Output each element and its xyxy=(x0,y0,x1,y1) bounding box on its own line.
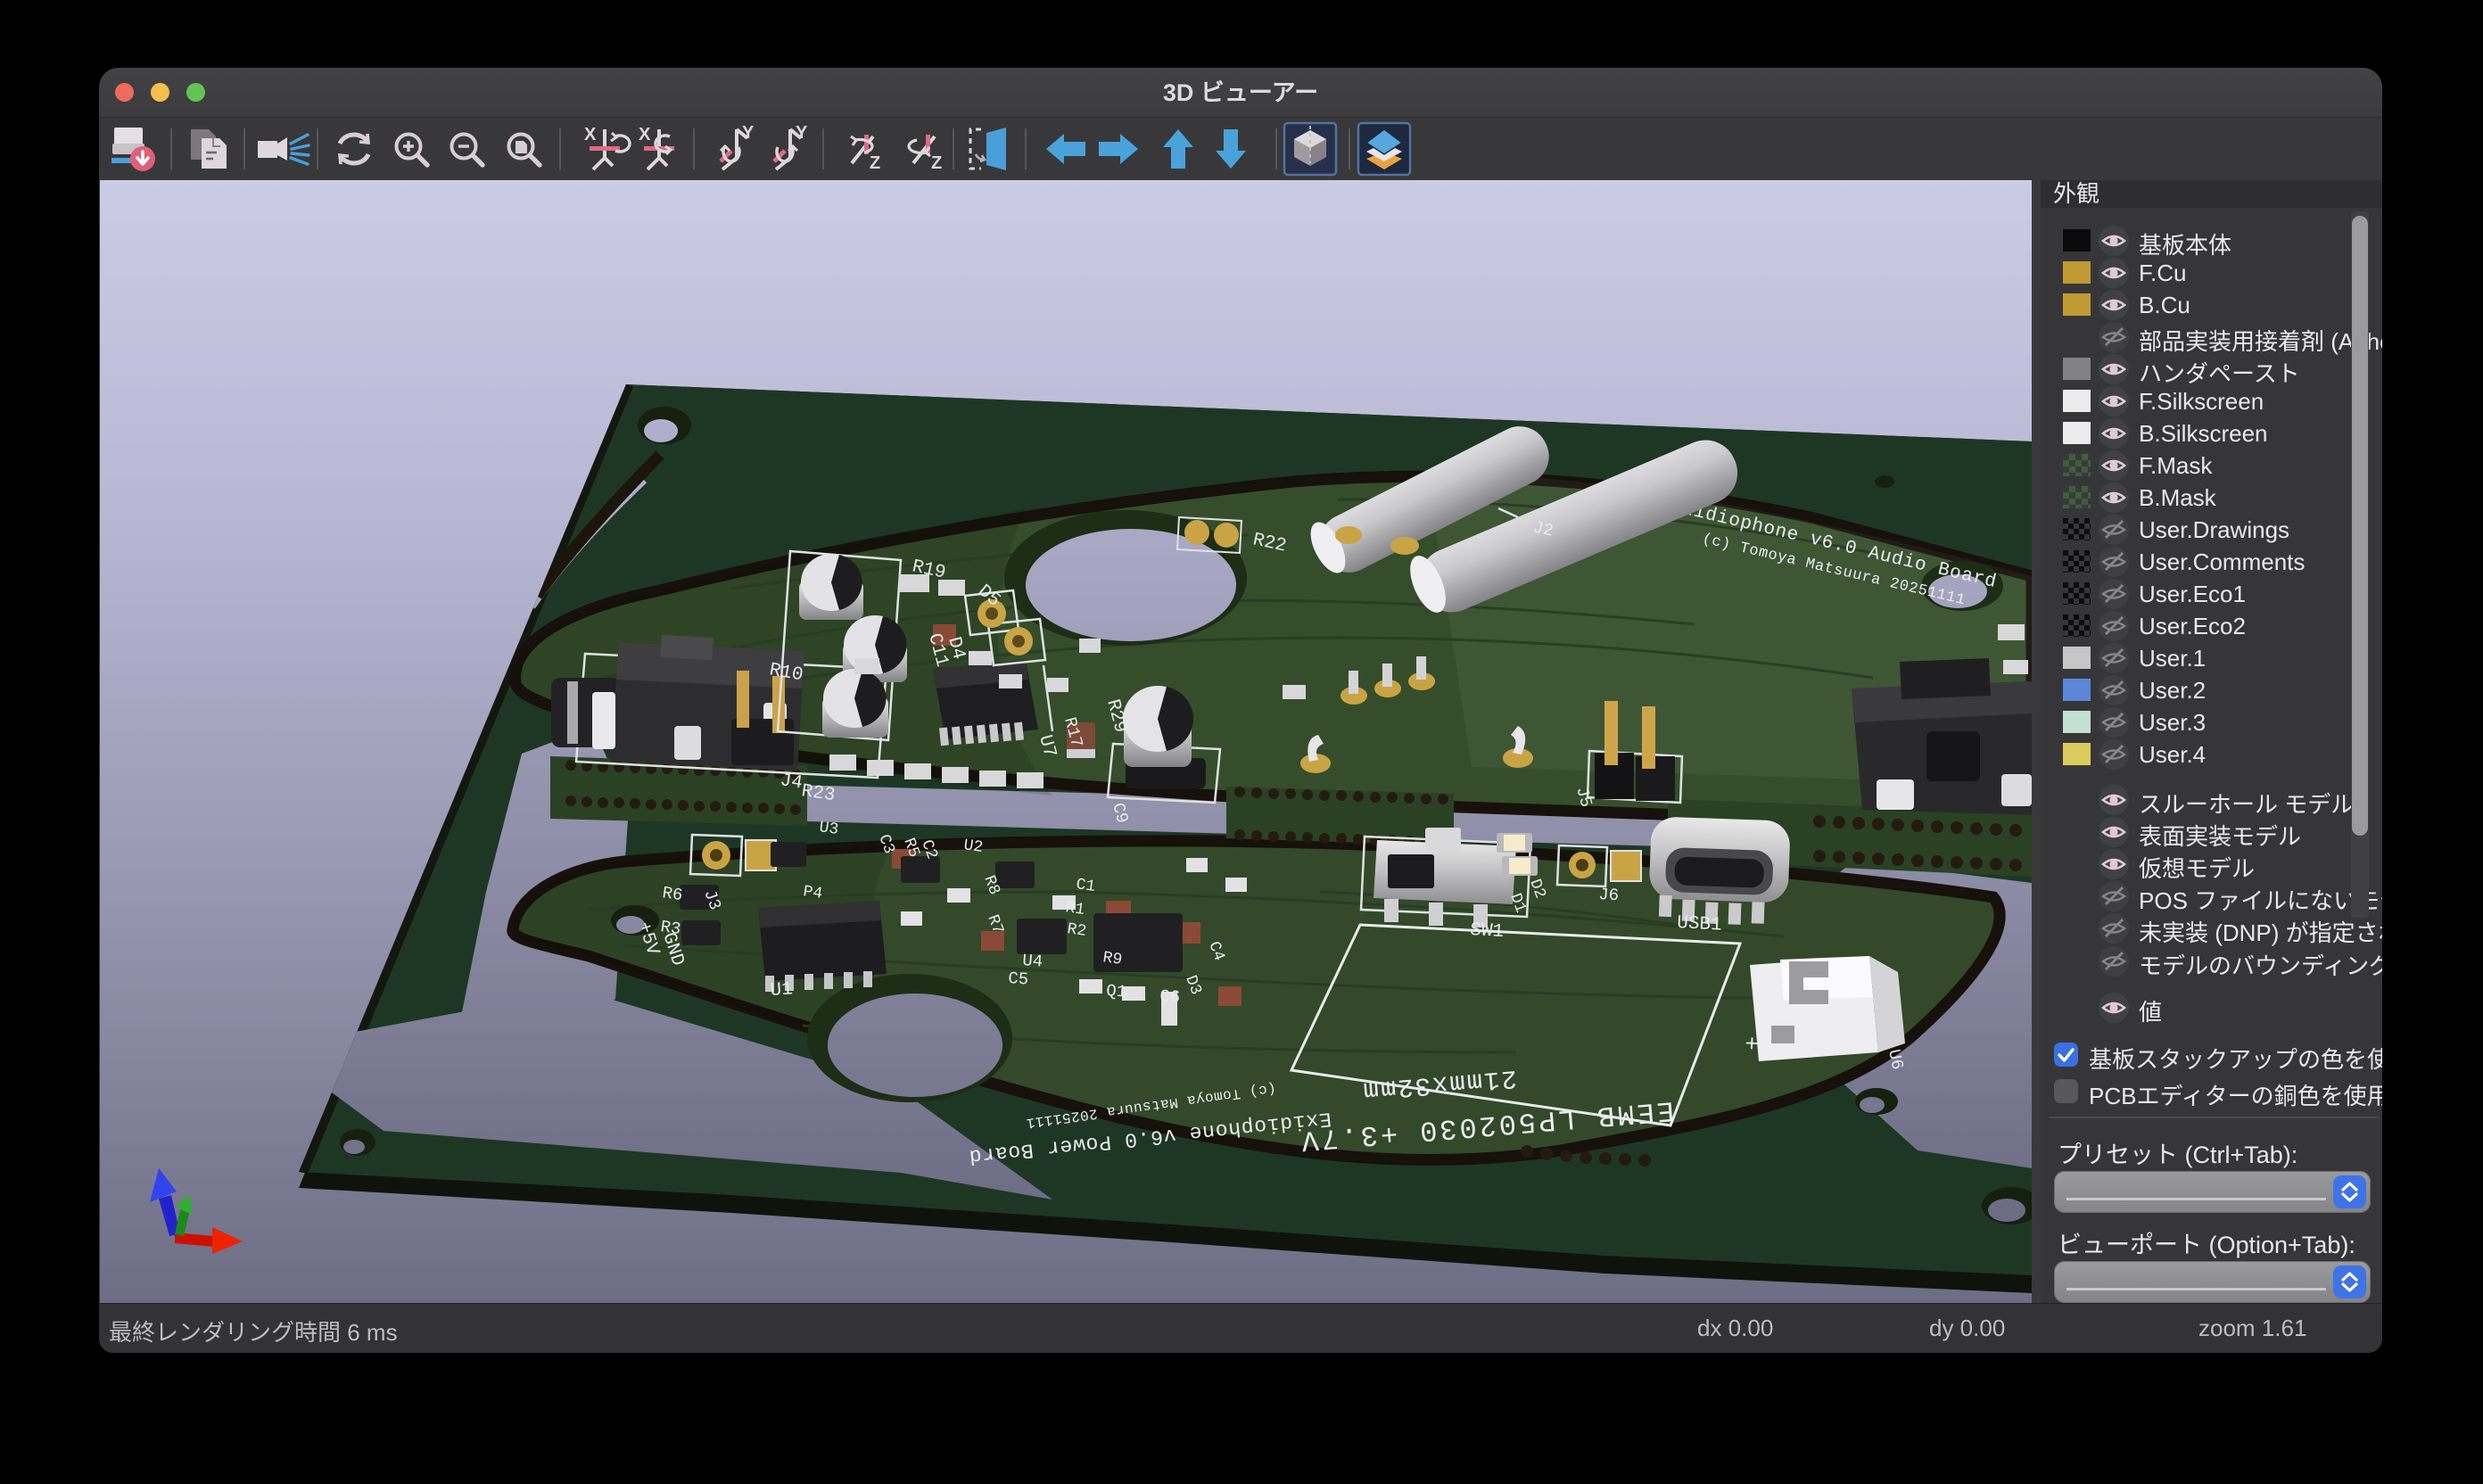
svg-text:R1: R1 xyxy=(1064,899,1085,919)
svg-text:R3: R3 xyxy=(659,917,682,939)
svg-text:R9: R9 xyxy=(1101,949,1123,969)
svg-text:Q1: Q1 xyxy=(1106,981,1127,1002)
svg-text:C6: C6 xyxy=(1159,986,1181,1008)
svg-text:U4: U4 xyxy=(1022,951,1044,972)
svg-text:U1: U1 xyxy=(770,979,794,1002)
svg-text:J2: J2 xyxy=(1531,517,1555,540)
svg-text:USB1: USB1 xyxy=(1677,913,1723,936)
svg-text:R2: R2 xyxy=(1066,920,1087,941)
svg-text:Y: Y xyxy=(796,123,808,143)
svg-text:X: X xyxy=(584,125,597,144)
svg-text:U3: U3 xyxy=(818,819,839,839)
svg-text:SW1: SW1 xyxy=(1470,920,1505,943)
svg-text:C5: C5 xyxy=(1008,969,1029,990)
svg-text:+: + xyxy=(1745,1031,1760,1059)
svg-text:X: X xyxy=(639,125,651,144)
svg-text:R6: R6 xyxy=(661,883,684,905)
svg-text:J4: J4 xyxy=(779,771,804,794)
svg-text:Z: Z xyxy=(931,153,942,173)
svg-text:Y: Y xyxy=(742,123,755,143)
svg-text:U6: U6 xyxy=(1884,1048,1907,1072)
svg-text:J6: J6 xyxy=(1598,885,1620,905)
svg-text:C1: C1 xyxy=(1075,876,1096,896)
svg-text:U2: U2 xyxy=(962,837,984,857)
svg-text:Z: Z xyxy=(870,153,880,173)
svg-text:P4: P4 xyxy=(802,883,823,903)
